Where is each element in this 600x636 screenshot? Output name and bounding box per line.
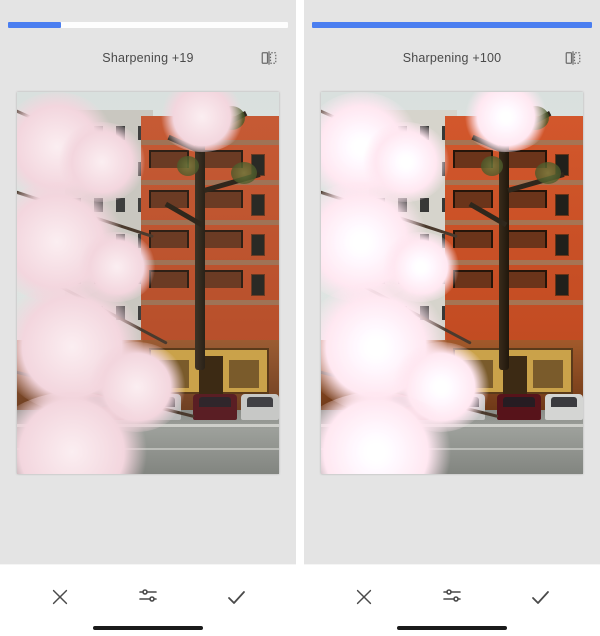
photo-preview-wrap [0,78,296,564]
filter-status-row: Sharpening +19 [0,38,296,78]
confirm-button[interactable] [512,576,568,618]
photo-preview[interactable] [321,92,583,474]
sliders-icon [136,585,160,609]
compare-icon[interactable] [564,49,582,67]
cancel-button[interactable] [336,576,392,618]
editor-panel-right: Sharpening +100 [304,0,600,636]
adjust-button[interactable] [424,576,480,618]
sharpening-slider-track[interactable] [312,22,592,28]
sharpening-slider-fill [8,22,61,28]
sharpening-slider-fill [312,22,592,28]
home-indicator [397,626,507,630]
close-icon [49,586,71,608]
confirm-button[interactable] [208,576,264,618]
photo-preview[interactable] [17,92,279,474]
editor-bottom-bar [304,564,600,636]
sharpening-slider-track[interactable] [8,22,288,28]
home-indicator [93,626,203,630]
adjust-button[interactable] [120,576,176,618]
close-icon [353,586,375,608]
filter-label: Sharpening +100 [403,51,502,65]
editor-bottom-bar [0,564,296,636]
cancel-button[interactable] [32,576,88,618]
editor-panel-left: Sharpening +19 [0,0,296,636]
check-icon [528,585,552,609]
check-icon [224,585,248,609]
filter-status-row: Sharpening +100 [304,38,600,78]
photo-preview-wrap [304,78,600,564]
filter-label: Sharpening +19 [102,51,193,65]
sliders-icon [440,585,464,609]
compare-icon[interactable] [260,49,278,67]
